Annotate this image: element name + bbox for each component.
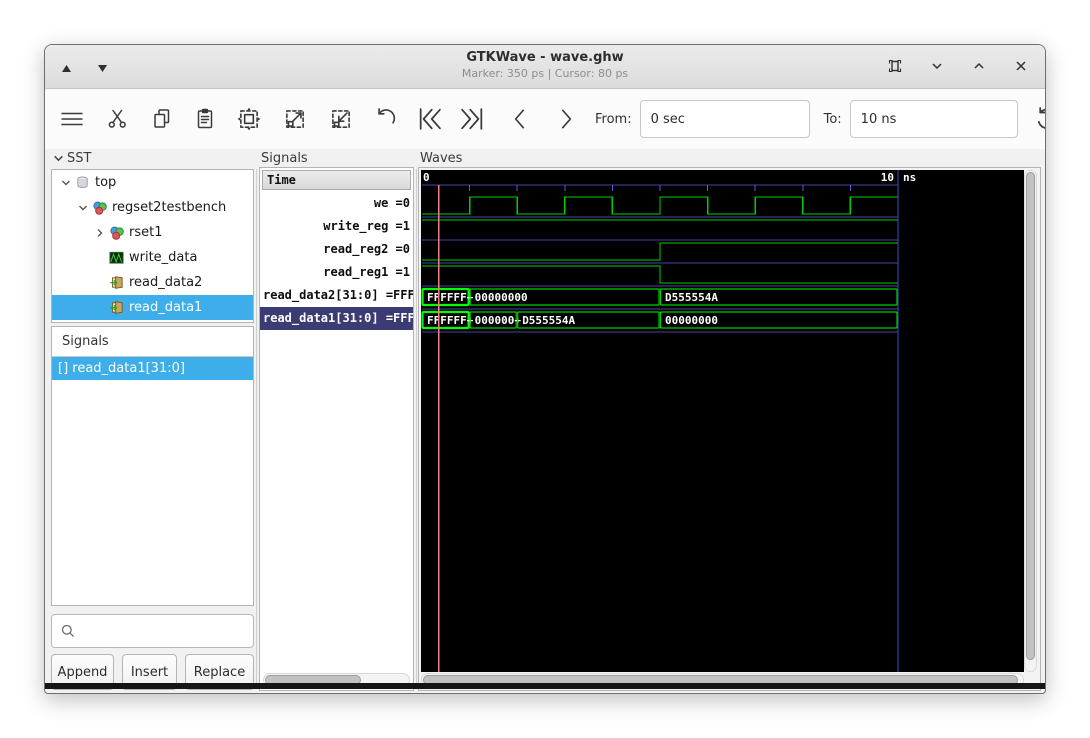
tree-item-read_data1[interactable]: read_data1 xyxy=(52,295,253,320)
close-icon[interactable] xyxy=(1011,56,1031,76)
tree-item-top[interactable]: top xyxy=(52,170,253,195)
signal-row-read_reg1[interactable]: read_reg1 =1 xyxy=(260,261,413,284)
svg-text:0: 0 xyxy=(423,171,430,184)
signals-frame-label: Signals xyxy=(261,151,308,166)
go-next-icon[interactable] xyxy=(551,104,581,134)
undo-icon[interactable] xyxy=(371,104,401,134)
waves-vscrollbar[interactable] xyxy=(1024,170,1037,672)
fullscreen-icon[interactable] xyxy=(885,56,905,76)
paste-icon[interactable] xyxy=(190,104,220,134)
sst-frame-label[interactable]: SST xyxy=(53,151,91,166)
tree-item-read_data2[interactable]: read_data2 xyxy=(52,270,253,295)
pane-splitter[interactable] xyxy=(416,169,417,683)
copy-icon[interactable] xyxy=(147,104,177,134)
svg-text:D555554A: D555554A xyxy=(522,314,575,327)
svg-text:FFFFFF+: FFFFFF+ xyxy=(427,314,474,327)
from-label: From: xyxy=(595,112,632,127)
waves-frame-label: Waves xyxy=(420,151,462,166)
signal-row-write_reg[interactable]: write_reg =1 xyxy=(260,215,413,238)
minimize-icon[interactable] xyxy=(927,56,947,76)
svg-text:D555554A: D555554A xyxy=(665,291,718,304)
tree-item-regset2testbench[interactable]: regset2testbench xyxy=(52,195,253,220)
tree-item-label: read_data1 xyxy=(129,300,202,315)
go-prev-icon[interactable] xyxy=(505,104,535,134)
tree-item-label: write_data xyxy=(129,250,197,265)
go-end-icon[interactable] xyxy=(457,104,487,134)
tree-item-rset1[interactable]: rset1 xyxy=(52,220,253,245)
go-start-icon[interactable] xyxy=(415,104,445,134)
search-icon xyxy=(60,623,76,639)
gtkwave-window: GTKWave - wave.ghw Marker: 350 ps | Curs… xyxy=(44,44,1046,694)
menu-icon[interactable] xyxy=(57,104,87,134)
maximize-icon[interactable] xyxy=(969,56,989,76)
tree-item-label: rset1 xyxy=(129,225,162,240)
shift-up-icon[interactable] xyxy=(55,59,77,77)
chevron-down-icon xyxy=(53,153,64,164)
hier-icon xyxy=(91,200,108,216)
svg-text:000000+: 000000+ xyxy=(475,314,522,327)
tree-item-write_data[interactable]: write_data xyxy=(52,245,253,270)
waves-panel: 010nsFFFFFF+00000000D555554AFFFFFF+00000… xyxy=(418,167,1041,691)
main-content: SST topregset2testbenchrset1write_datare… xyxy=(45,149,1045,689)
titlebar[interactable]: GTKWave - wave.ghw Marker: 350 ps | Curs… xyxy=(45,45,1045,89)
expander-right-icon[interactable] xyxy=(92,228,108,238)
signals-list-header: Signals xyxy=(52,327,253,357)
net-icon xyxy=(108,250,125,265)
svg-text:10: 10 xyxy=(881,171,894,184)
signal-search-input[interactable] xyxy=(51,614,254,648)
zoom-fit-icon[interactable] xyxy=(234,104,264,134)
signal-row-read_data2[31:0][interactable]: read_data2[31:0] =FFFFFFFF xyxy=(260,284,413,307)
toolbar: From: To: xyxy=(45,89,1045,149)
tree-item-label: read_data2 xyxy=(129,275,202,290)
cut-icon[interactable] xyxy=(103,104,133,134)
signal-names-panel: Time we =0write_reg =1read_reg2 =0read_r… xyxy=(259,167,414,691)
from-input[interactable] xyxy=(640,100,810,138)
expander-down-icon[interactable] xyxy=(58,178,74,188)
svg-text:ns: ns xyxy=(903,171,916,184)
window-bottom-edge xyxy=(45,683,1045,689)
tree-item-label: regset2testbench xyxy=(112,200,226,215)
sst-tree-panel: top regset2testbench rset1 write_data read_d… xyxy=(51,169,254,323)
zoom-in-icon[interactable] xyxy=(280,104,310,134)
svg-text:00000000: 00000000 xyxy=(665,314,718,327)
shift-down-icon[interactable] xyxy=(91,59,113,77)
to-label: To: xyxy=(824,112,842,127)
svg-text:FFFFFF+: FFFFFF+ xyxy=(427,291,474,304)
port-icon xyxy=(108,275,125,290)
to-input[interactable] xyxy=(850,100,1018,138)
time-header[interactable]: Time xyxy=(262,170,411,190)
signal-row-read_data1[31:0][interactable]: read_data1[31:0] =FFFFFFFF xyxy=(260,307,413,330)
waveform-canvas[interactable]: 010nsFFFFFF+00000000D555554AFFFFFF+00000… xyxy=(421,170,1024,672)
module-icon xyxy=(74,175,91,190)
pane-splitter[interactable] xyxy=(256,169,257,683)
zoom-out-icon[interactable] xyxy=(326,104,356,134)
signal-row-read_reg2[interactable]: read_reg2 =0 xyxy=(260,238,413,261)
port-icon xyxy=(108,300,125,315)
svg-text:00000000: 00000000 xyxy=(475,291,528,304)
expander-down-icon[interactable] xyxy=(75,203,91,213)
signals-list-item[interactable]: [] read_data1[31:0] xyxy=(52,357,253,380)
signal-row-we[interactable]: we =0 xyxy=(260,192,413,215)
tree-item-label: top xyxy=(95,175,116,190)
reload-icon[interactable] xyxy=(1032,104,1046,134)
hier-icon xyxy=(108,225,125,241)
signals-list-panel: Signals [] read_data1[31:0] xyxy=(51,326,254,606)
